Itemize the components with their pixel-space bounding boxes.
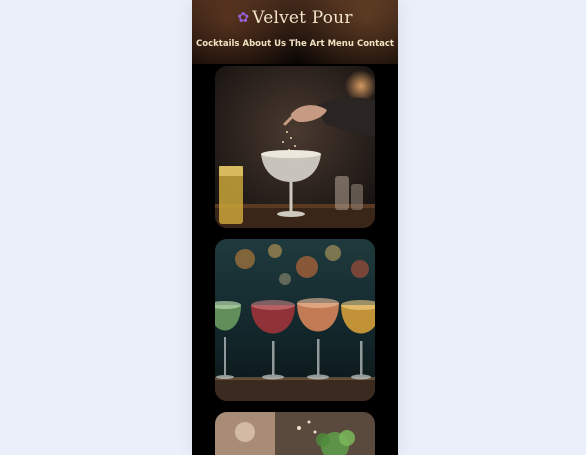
nav-item-contact[interactable]: Contact bbox=[357, 39, 394, 49]
gallery-image-1[interactable] bbox=[215, 66, 375, 228]
cocktail-photo bbox=[215, 66, 375, 228]
brand-name: Velvet Pour bbox=[252, 8, 353, 28]
gallery-image-3[interactable] bbox=[215, 412, 375, 455]
nav-item-the-art[interactable]: The Art bbox=[289, 39, 324, 49]
mobile-viewport: ✿ Velvet Pour Cocktails About Us The Art … bbox=[192, 0, 398, 455]
nav-item-menu[interactable]: Menu bbox=[328, 39, 354, 49]
site-header: ✿ Velvet Pour Cocktails About Us The Art … bbox=[192, 0, 398, 64]
gallery-image-2[interactable] bbox=[215, 239, 375, 401]
nav-item-about-us[interactable]: About Us bbox=[243, 39, 287, 49]
cocktail-photo bbox=[215, 412, 375, 455]
cocktail-photo bbox=[215, 239, 375, 401]
nav-item-cocktails[interactable]: Cocktails bbox=[196, 39, 239, 49]
main-nav: Cocktails About Us The Art Menu Contact bbox=[192, 39, 398, 49]
grapes-icon: ✿ bbox=[237, 10, 250, 26]
brand-logo[interactable]: ✿ Velvet Pour bbox=[192, 8, 398, 28]
